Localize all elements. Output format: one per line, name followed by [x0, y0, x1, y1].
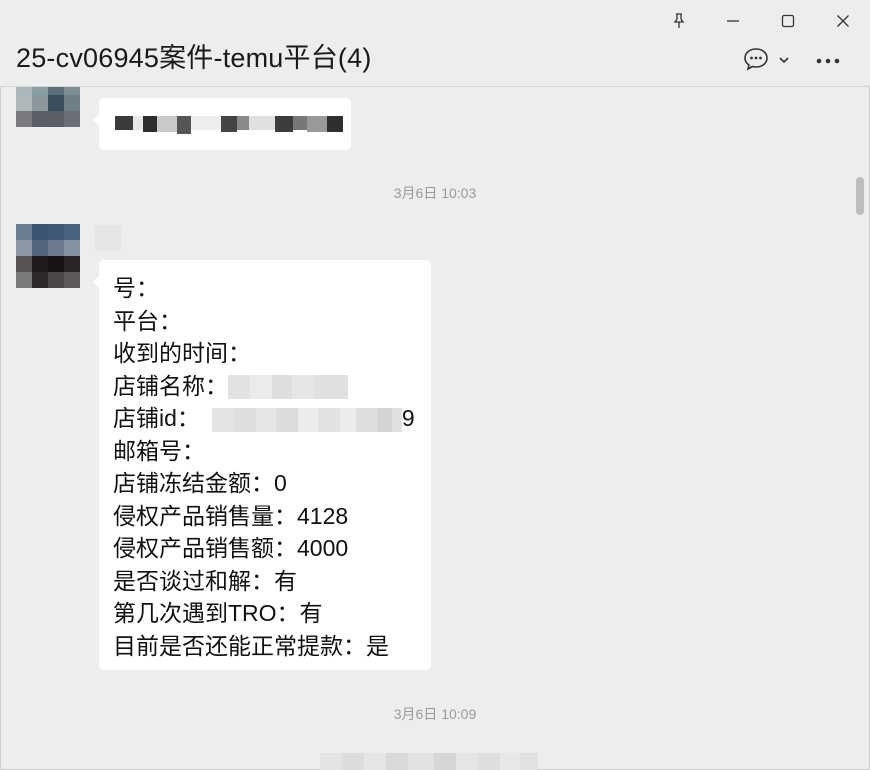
more-icon[interactable]: [812, 46, 844, 76]
maximize-icon[interactable]: [773, 8, 803, 34]
form-line-store-id: 店铺id： 9: [113, 402, 417, 435]
redacted-text: [115, 116, 343, 134]
sender-name-redacted: [95, 225, 121, 251]
title-bar: 25-cv06945案件-temu平台(4): [0, 0, 870, 87]
store-id-tail: 9: [401, 405, 415, 431]
minimize-icon[interactable]: [718, 8, 748, 34]
chat-message-area[interactable]: 3月6日 10:03 号： 平台： 收到的时间： 店铺名称： 店铺id： 9 邮箱…: [0, 87, 870, 770]
form-line-infringing-sales-volume: 侵权产品销售量：4128: [113, 502, 349, 529]
chat-bubble-icon: [742, 46, 770, 77]
form-line-platform: 平台：: [113, 307, 182, 334]
message-text: 号： 平台： 收到的时间： 店铺名称： 店铺id： 9 邮箱号： 店铺冻结金额：0…: [99, 260, 431, 672]
redacted-store-name: [228, 375, 348, 400]
chevron-down-icon: [778, 52, 790, 70]
form-line-number: 号：: [113, 275, 159, 301]
message-bubble-redacted: [93, 98, 351, 150]
form-line-frozen-amount: 店铺冻结金额：0: [113, 470, 287, 496]
form-line-received-time: 收到的时间：: [113, 340, 251, 366]
store-id-label: 店铺id：: [113, 405, 200, 431]
message-bubble-form: 号： 平台： 收到的时间： 店铺名称： 店铺id： 9 邮箱号： 店铺冻结金额：0…: [93, 260, 431, 672]
form-line-settlement: 是否谈过和解：有: [113, 567, 297, 594]
timestamp: 3月6日 10:09: [393, 706, 477, 722]
form-line-tro-count: 第几次遇到TRO：有: [113, 600, 323, 626]
redacted-next-message: [320, 753, 538, 770]
redacted-store-id: [211, 407, 402, 432]
chat-title: 25-cv06945案件-temu平台(4): [16, 43, 372, 73]
pin-icon[interactable]: [664, 8, 694, 34]
chat-options-button[interactable]: [742, 46, 798, 76]
close-icon[interactable]: [828, 8, 858, 34]
form-line-email: 邮箱号：: [113, 437, 205, 464]
avatar[interactable]: [16, 224, 80, 288]
scrollbar-thumb[interactable]: [856, 177, 864, 215]
form-line-store-name: 店铺名称：: [113, 370, 417, 403]
timestamp: 3月6日 10:03: [393, 185, 477, 201]
form-line-withdrawal: 目前是否还能正常提款：是: [113, 632, 389, 659]
avatar[interactable]: [16, 87, 80, 127]
form-line-infringing-sales-amount: 侵权产品销售额：4000: [113, 535, 349, 561]
store-name-label: 店铺名称：: [113, 372, 228, 399]
